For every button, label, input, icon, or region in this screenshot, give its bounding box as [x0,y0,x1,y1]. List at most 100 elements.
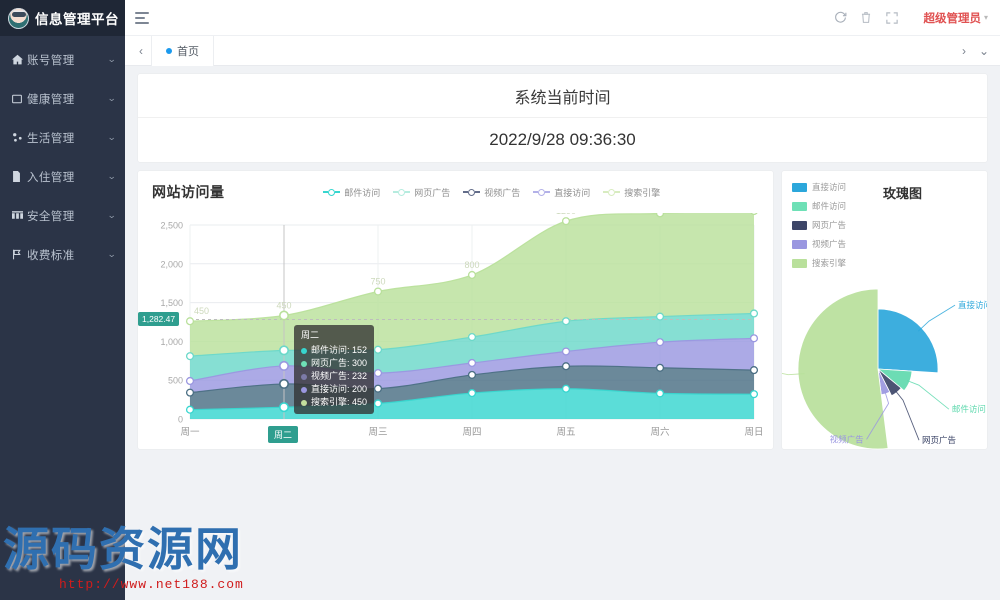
tab-label: 首页 [177,45,199,58]
svg-text:周五: 周五 [556,427,575,438]
sidebar-label: 收费标准 [27,249,75,262]
legend-label: 网页广告 [414,187,451,198]
x-axis-pointer-badge: 周二 [268,426,299,443]
legend-label: 搜索引擎 [624,187,661,198]
rose-legend-item-web-ad[interactable]: 网页广告 [792,219,846,231]
svg-text:周六: 周六 [650,426,670,438]
legend-item-email[interactable]: 邮件访问 [323,186,380,199]
elderly-person-avatar-icon [8,7,29,29]
svg-text:周四: 周四 [462,427,481,438]
area-chart-svg: 0 500 1,000 1,500 2,000 2,500 450 450 750 800 1290… [160,213,764,438]
chart-title: 网站访问量 [152,184,225,200]
tabs-scroll-prev-button[interactable]: ‹ [131,37,151,65]
sidebar-item-life[interactable]: 生活管理 ⌄ [0,118,125,157]
chevron-down-icon: ⌄ [107,249,117,259]
user-menu[interactable]: 超级管理员 ▾ [923,10,988,26]
top-bar: 超级管理员 ▾ [125,0,1000,36]
color-swatch-icon [792,220,807,230]
svg-text:2,500: 2,500 [160,221,183,231]
tab-home[interactable]: 首页 [151,35,214,66]
rose-legend-label: 网页广告 [812,220,847,230]
tabs-dropdown-button[interactable]: ⌄ [974,37,994,65]
sidebar-label: 账号管理 [27,54,75,67]
rose-chart-body: 直接访问邮件访问网页广告视频广告搜索引擎 [721,269,992,474]
rose-chart-header: 直接访问 邮件访问 网页广告 视频广告 搜索引擎 玫瑰图 [782,171,987,269]
chevron-down-icon: ⌄ [107,93,117,103]
sidebar-item-fee-standard[interactable]: 收费标准 ⌄ [0,235,125,274]
svg-text:网页广告: 网页广告 [922,435,956,445]
rose-legend-item-video-ad[interactable]: 视频广告 [792,238,846,250]
trash-icon[interactable] [853,5,879,31]
rose-chart-card: 直接访问 邮件访问 网页广告 视频广告 搜索引擎 玫瑰图 直接访 邮件访问 网页… [721,171,992,450]
system-time-title: 系统当前时间 [138,74,987,118]
charts-row: 网站访问量 邮件访问 网页广告 视频广告 直接访问 搜索引擎 0 500 1,0… [138,171,992,450]
svg-text:邮件访问: 邮件访问 [952,404,986,414]
legend-marker-icon [393,188,411,196]
svg-text:周日: 周日 [744,427,763,438]
rose-legend-label: 视频广告 [812,239,847,249]
chart-header: 网站访问量 邮件访问 网页广告 视频广告 直接访问 搜索引擎 [138,171,773,213]
app-logo[interactable]: 信息管理平台 [0,0,125,36]
svg-text:视频广告: 视频广告 [830,434,864,444]
svg-text:周三: 周三 [368,427,387,438]
legend-label: 直接访问 [554,187,591,198]
svg-text:直接访问: 直接访问 [958,300,987,310]
app-title: 信息管理平台 [35,12,119,27]
svg-text:500: 500 [168,376,183,386]
sidebar: 信息管理平台 账号管理 ⌄ 健康管理 ⌄ 生活管理 ⌄ 入住管理 ⌄ 安全管理 … [0,0,125,600]
chevron-down-icon: ⌄ [107,210,117,220]
sidebar-item-checkin[interactable]: 入住管理 ⌄ [0,157,125,196]
tabs-scroll-next-button[interactable]: › [954,37,974,65]
rose-legend: 直接访问 邮件访问 网页广告 视频广告 搜索引擎 [792,181,846,269]
color-swatch-icon [792,239,807,249]
svg-text:450: 450 [194,306,209,316]
fullscreen-icon[interactable] [879,5,905,31]
svg-text:1290: 1290 [556,213,576,216]
main-area: 超级管理员 ▾ ‹ 首页 › ⌄ 系统当前时间 2022/9/28 09:36:… [125,0,1000,600]
sidebar-item-health[interactable]: 健康管理 ⌄ [0,79,125,118]
user-name: 超级管理员 [923,12,981,25]
legend-item-direct[interactable]: 直接访问 [533,186,590,199]
chevron-down-icon: ▾ [983,13,988,22]
rose-legend-item-email[interactable]: 邮件访问 [792,200,846,212]
tab-active-dot-icon [166,47,172,54]
sidebar-menu: 账号管理 ⌄ 健康管理 ⌄ 生活管理 ⌄ 入住管理 ⌄ 安全管理 ⌄ 收费标准 … [0,36,125,274]
legend-label: 邮件访问 [344,187,381,198]
color-swatch-icon [792,258,807,268]
legend-item-video-ad[interactable]: 视频广告 [463,186,520,199]
sidebar-label: 入住管理 [27,171,75,184]
rose-legend-label: 搜索引擎 [812,258,847,268]
system-time-value: 2022/9/28 09:36:30 [489,130,636,149]
chevron-down-icon: ⌄ [107,171,117,181]
rose-legend-item-search[interactable]: 搜索引擎 [792,257,846,269]
legend-marker-icon [603,188,621,196]
tabs-list: 首页 [151,35,954,66]
legend-item-web-ad[interactable]: 网页广告 [393,186,450,199]
svg-text:800: 800 [464,260,479,270]
sidebar-item-security[interactable]: 安全管理 ⌄ [0,196,125,235]
y-axis-pointer-badge: 1,282.47 [138,312,180,327]
system-time-card: 系统当前时间 2022/9/28 09:36:30 [138,74,987,162]
svg-text:450: 450 [276,300,291,310]
chart-legend: 邮件访问 网页广告 视频广告 直接访问 搜索引擎 [225,186,760,199]
chevron-down-icon: ⌄ [107,132,117,142]
rose-legend-item-direct[interactable]: 直接访问 [792,181,846,193]
legend-label: 视频广告 [484,187,521,198]
svg-text:周一: 周一 [180,427,200,438]
legend-marker-icon [323,188,341,196]
svg-text:2,000: 2,000 [160,259,183,269]
svg-text:1,500: 1,500 [160,298,183,308]
refresh-icon[interactable] [827,5,853,31]
legend-marker-icon [533,188,551,196]
home-icon [12,54,27,65]
collapse-menu-icon[interactable] [135,11,149,24]
rose-legend-label: 直接访问 [812,182,847,192]
sidebar-item-account[interactable]: 账号管理 ⌄ [0,40,125,79]
color-swatch-icon [792,201,807,211]
svg-text:1,000: 1,000 [160,337,183,347]
rose-chart-svg: 直接访问邮件访问网页广告视频广告搜索引擎 [721,288,992,450]
sidebar-label: 健康管理 [27,93,75,106]
sidebar-label: 安全管理 [27,210,75,223]
legend-item-search[interactable]: 搜索引擎 [603,186,660,199]
color-swatch-icon [792,182,807,192]
